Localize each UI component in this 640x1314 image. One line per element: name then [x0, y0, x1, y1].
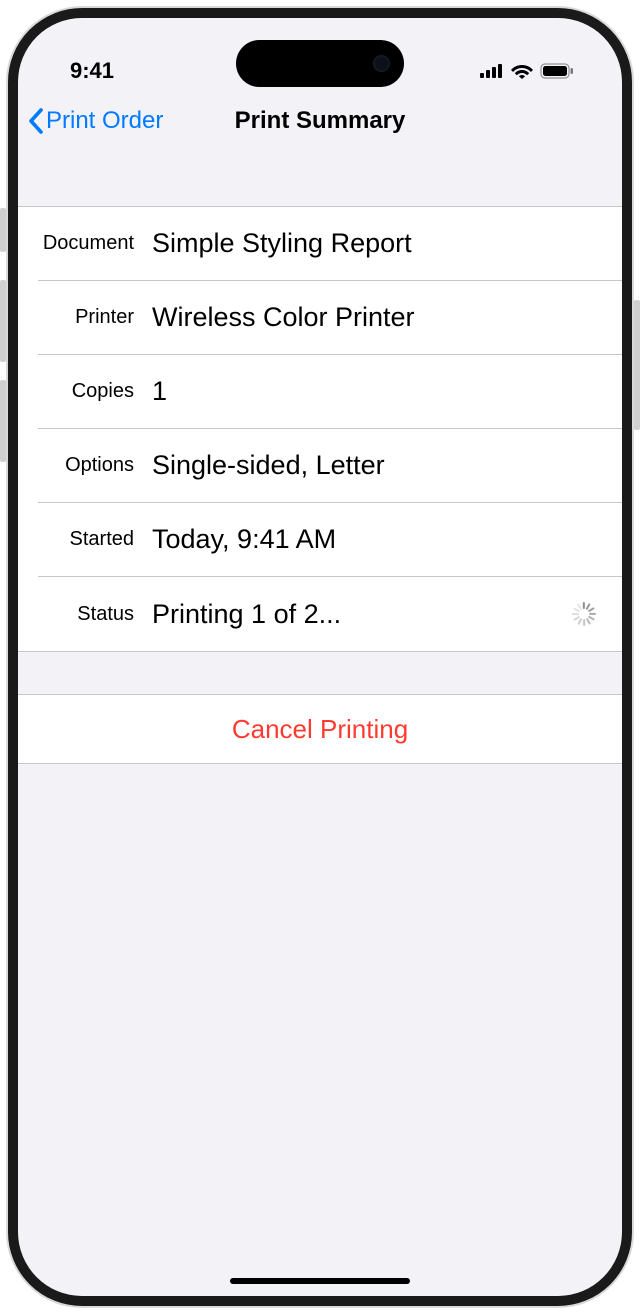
- home-indicator[interactable]: [230, 1278, 410, 1284]
- front-camera-icon: [373, 55, 390, 72]
- row-value: Today, 9:41 AM: [152, 524, 602, 555]
- battery-icon: [540, 63, 574, 79]
- row-label: Printer: [38, 306, 152, 329]
- row-value: Simple Styling Report: [152, 228, 602, 259]
- cellular-signal-icon: [480, 64, 504, 78]
- back-label: Print Order: [46, 107, 163, 135]
- row-copies: Copies 1: [38, 355, 622, 429]
- status-time: 9:41: [70, 58, 114, 84]
- row-value: 1: [152, 376, 602, 407]
- row-label: Status: [38, 603, 152, 626]
- dynamic-island: [236, 40, 404, 87]
- row-value: Wireless Color Printer: [152, 302, 602, 333]
- silence-switch[interactable]: [0, 208, 6, 252]
- print-summary-list: Document Simple Styling Report Printer W…: [18, 206, 622, 652]
- row-printer: Printer Wireless Color Printer: [38, 281, 622, 355]
- row-document: Document Simple Styling Report: [38, 207, 622, 281]
- row-label: Options: [38, 454, 152, 477]
- navigation-bar: Print Order Print Summary: [18, 94, 622, 154]
- row-status: Status Printing 1 of 2...: [38, 577, 622, 651]
- row-label: Copies: [38, 380, 152, 403]
- cancel-group: Cancel Printing: [18, 694, 622, 764]
- volume-up-button[interactable]: [0, 280, 6, 362]
- row-label: Document: [38, 232, 152, 255]
- screen: 9:41 Print Order Print Summary Document …: [18, 18, 622, 1296]
- row-started: Started Today, 9:41 AM: [38, 503, 622, 577]
- chevron-left-icon: [28, 108, 44, 134]
- page-title: Print Summary: [235, 107, 406, 135]
- cancel-printing-button[interactable]: Cancel Printing: [18, 695, 622, 763]
- row-label: Started: [38, 528, 152, 551]
- row-value: Printing 1 of 2...: [152, 599, 572, 630]
- device-frame: 9:41 Print Order Print Summary Document …: [8, 8, 632, 1306]
- volume-down-button[interactable]: [0, 380, 6, 462]
- back-button[interactable]: Print Order: [28, 107, 163, 135]
- wifi-icon: [511, 63, 533, 79]
- activity-spinner-icon: [572, 602, 596, 626]
- side-button[interactable]: [634, 300, 640, 430]
- row-value: Single-sided, Letter: [152, 450, 602, 481]
- row-options: Options Single-sided, Letter: [38, 429, 622, 503]
